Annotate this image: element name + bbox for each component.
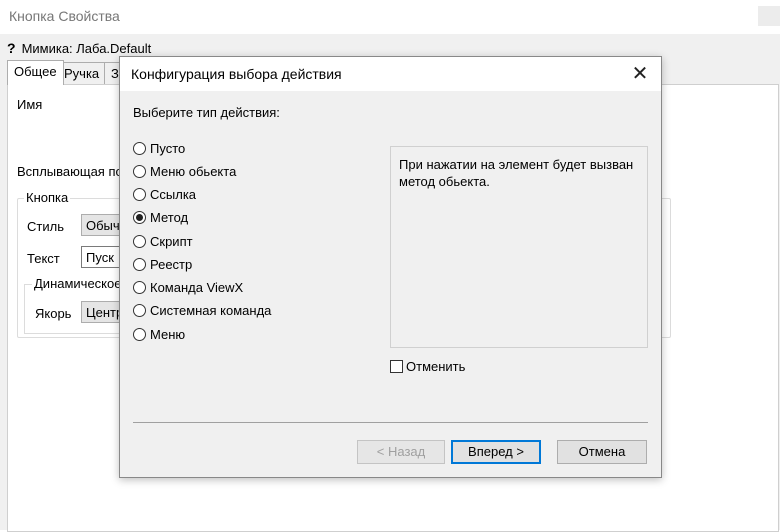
- radio-method[interactable]: Метод: [133, 207, 188, 227]
- anchor-label: Якорь: [35, 306, 72, 321]
- cancel-checkbox[interactable]: [390, 359, 403, 373]
- radio-system-command[interactable]: Системная команда: [133, 300, 271, 320]
- radio-registry[interactable]: Реестр: [133, 254, 192, 274]
- text-label: Текст: [27, 251, 60, 266]
- description-text: При нажатии на элемент будет вызван мето…: [399, 157, 634, 189]
- dialog-title: Конфигурация выбора действия: [131, 66, 342, 82]
- background-window-titlebar: Кнопка Свойства: [0, 0, 780, 34]
- style-label: Стиль: [27, 219, 64, 234]
- action-type-prompt: Выберите тип действия:: [133, 105, 280, 120]
- cancel-checkbox-row[interactable]: Отменить: [390, 357, 465, 375]
- background-close-button[interactable]: [758, 6, 780, 26]
- radio-viewx-command[interactable]: Команда ViewX: [133, 277, 243, 297]
- radio-label: Ссылка: [150, 186, 197, 202]
- back-button[interactable]: < Назад: [357, 440, 445, 464]
- radio-label: Реестр: [150, 256, 193, 272]
- dialog-separator: [133, 422, 648, 423]
- radio-label: Скрипт: [150, 233, 193, 249]
- radio-icon[interactable]: [133, 327, 146, 341]
- popup-label: Всплывающая по: [17, 164, 123, 179]
- dialog-close-icon[interactable]: ✕: [625, 61, 655, 87]
- radio-label: Меню: [150, 326, 186, 342]
- help-icon[interactable]: ?: [7, 40, 16, 56]
- radio-icon[interactable]: [133, 257, 146, 271]
- radio-label: Системная команда: [150, 302, 272, 318]
- next-button[interactable]: Вперед >: [451, 440, 541, 464]
- radio-icon[interactable]: [133, 164, 146, 178]
- radio-icon[interactable]: [133, 280, 146, 294]
- radio-empty[interactable]: Пусто: [133, 138, 185, 158]
- radio-icon-checked[interactable]: [133, 210, 146, 224]
- cancel-button[interactable]: Отмена: [557, 440, 647, 464]
- tab-general[interactable]: Общее: [7, 60, 64, 85]
- radio-label: Меню обьекта: [150, 163, 237, 179]
- radio-link[interactable]: Ссылка: [133, 184, 196, 204]
- mimic-row: ? Мимика: Лаба.Default: [7, 39, 151, 57]
- radio-label: Метод: [150, 209, 189, 225]
- radio-icon[interactable]: [133, 187, 146, 201]
- button-group-label: Кнопка: [24, 190, 71, 205]
- radio-label: Пусто: [150, 140, 186, 156]
- action-config-dialog: Конфигурация выбора действия ✕ Выберите …: [119, 56, 662, 478]
- radio-label: Команда ViewX: [150, 279, 244, 295]
- background-window-title: Кнопка Свойства: [9, 8, 120, 24]
- radio-menu[interactable]: Меню: [133, 324, 185, 344]
- radio-icon[interactable]: [133, 303, 146, 317]
- radio-icon[interactable]: [133, 234, 146, 248]
- dialog-titlebar[interactable]: Конфигурация выбора действия ✕: [120, 57, 661, 91]
- radio-icon[interactable]: [133, 141, 146, 155]
- mimic-label: Мимика: Лаба.Default: [21, 40, 152, 56]
- tab-handle[interactable]: Ручка: [57, 62, 107, 85]
- radio-object-menu[interactable]: Меню обьекта: [133, 161, 236, 181]
- radio-script[interactable]: Скрипт: [133, 231, 193, 251]
- name-label: Имя: [17, 97, 43, 112]
- dynamic-group-label: Динамическое: [32, 276, 124, 291]
- cancel-checkbox-label: Отменить: [406, 358, 466, 374]
